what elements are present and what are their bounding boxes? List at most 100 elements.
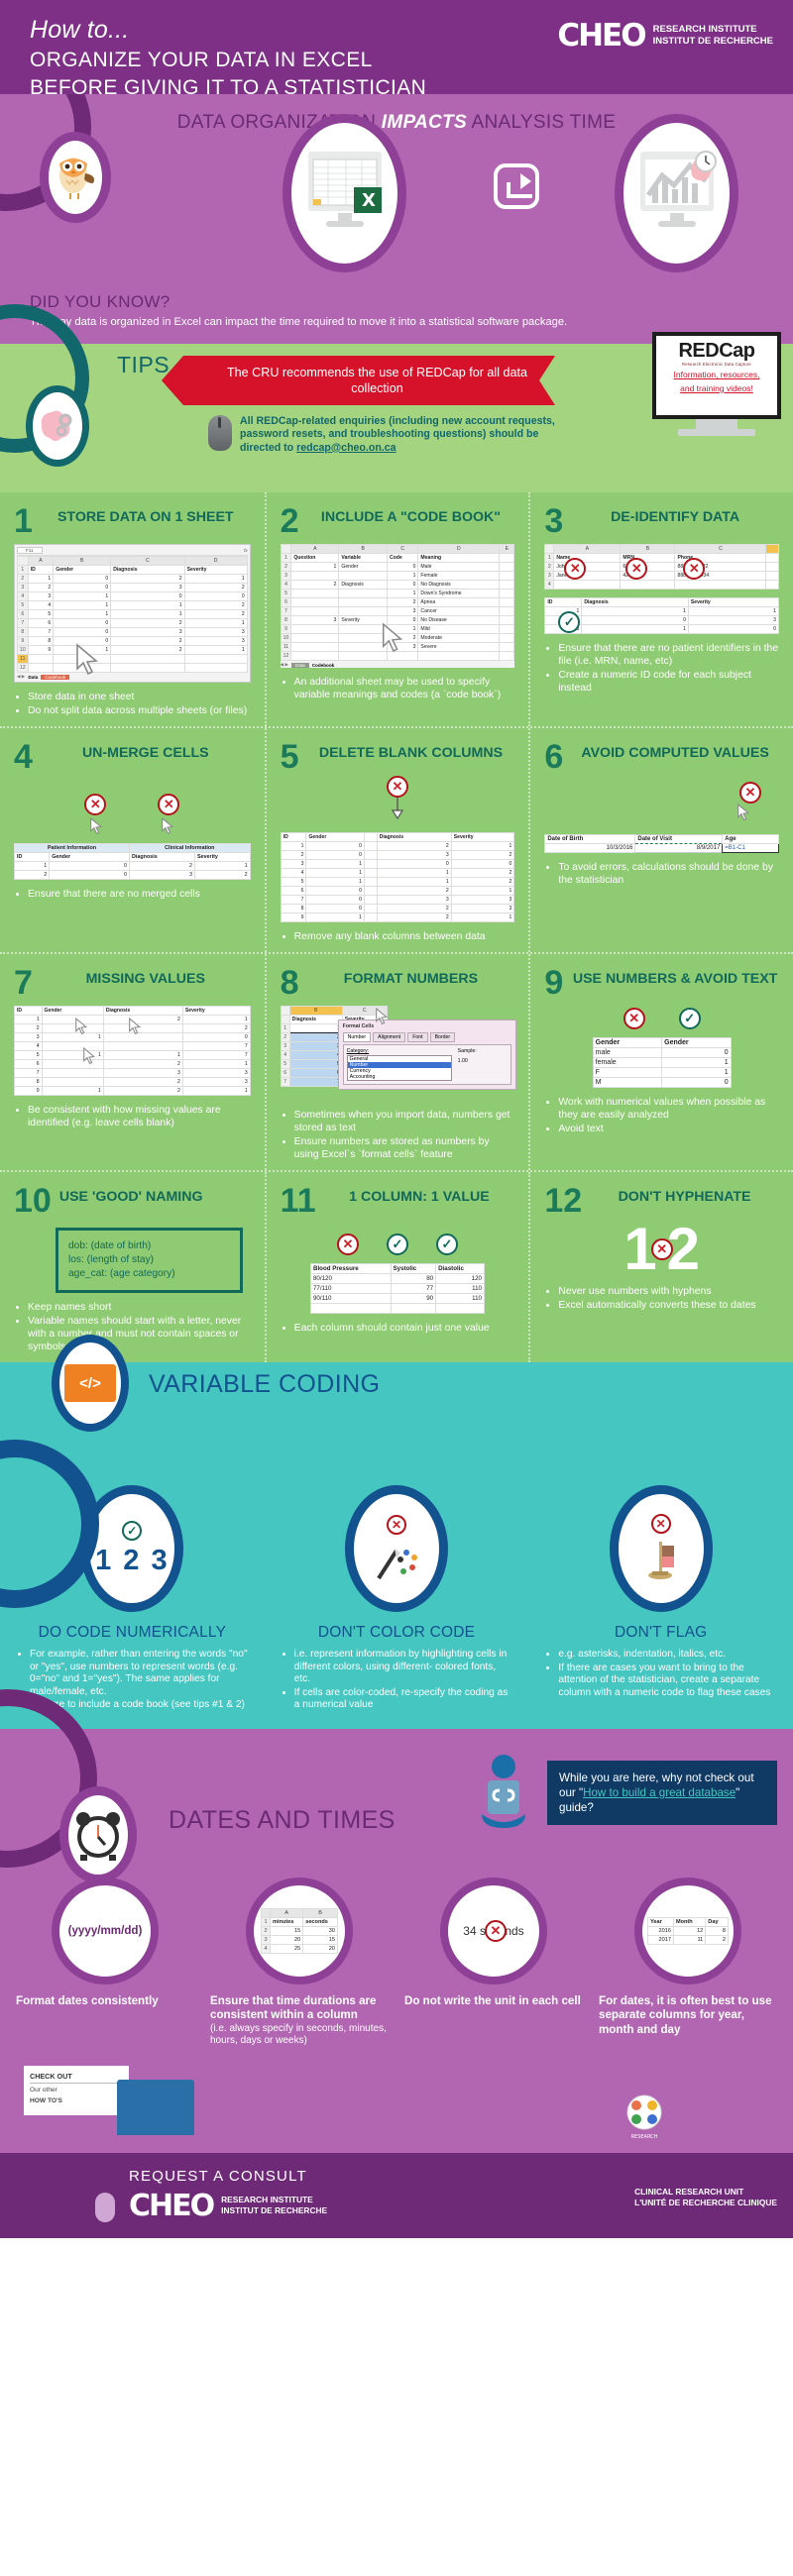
dialog-tab-font[interactable]: Font: [407, 1032, 428, 1042]
cell: 1: [280, 841, 307, 851]
tip-2-tab-codebook[interactable]: Codebook: [312, 663, 334, 668]
cheo-sub-en: RESEARCH INSTITUTE: [652, 24, 757, 35]
cell: 4: [14, 1041, 43, 1051]
dialog-tab-alignment[interactable]: Alignment: [373, 1032, 406, 1042]
cell: 0: [305, 841, 365, 851]
redcap-email-link[interactable]: redcap@cheo.on.ca: [296, 442, 396, 454]
redcap-enquiries-note: All REDCap-related enquiries (including …: [208, 415, 560, 455]
cell: 1: [183, 645, 248, 655]
tip-8-h0: Diagnosis: [288, 1015, 343, 1024]
request-consult-label[interactable]: REQUEST A CONSULT: [129, 2168, 327, 2185]
tip-1-tab-codebook[interactable]: Codebook: [41, 674, 70, 680]
tip-11-screenshot: Blood Pressure Systolic Diastolic 80/120 80…: [309, 1263, 485, 1314]
tip-8-dialog-title: Format Cells: [342, 1023, 375, 1029]
tip-5-screenshot: ID Gender Diagnosis Severity 1021 2032 3100…: [280, 832, 515, 922]
cell: 2: [183, 600, 248, 610]
tip-1-table: ABCD 1 ID Gender Diagnosis Severity 21021 32…: [17, 556, 248, 673]
cell: 5: [14, 1050, 43, 1060]
cross-icon: ✕: [650, 1514, 671, 1534]
clock-svg: [76, 1811, 120, 1861]
cell: 1: [305, 877, 365, 887]
redcap-link-line1[interactable]: Information, resources,: [659, 370, 774, 380]
h-day: Day: [705, 1916, 729, 1927]
cell: 0: [305, 850, 365, 860]
var-heading-2: DON'T COLOR CODE: [317, 1624, 476, 1641]
tip-4-bullet-0: Ensure that there are no merged cells: [28, 888, 251, 901]
cell: 2: [13, 870, 51, 880]
redcap-link-line2[interactable]: and training videos!: [659, 383, 774, 394]
cell: 3: [450, 904, 515, 913]
tip-10-bullet-0: Keep names short: [28, 1301, 251, 1314]
cell: Moderate: [417, 633, 501, 643]
cross-icon: ✕: [650, 1238, 673, 1260]
tip-9-bullet-0: Work with numerical values when possible…: [558, 1096, 779, 1122]
tip-6-h1: Date of Visit: [634, 834, 724, 844]
cursor-icon: [375, 1008, 388, 1025]
tips-row-3: 7 MISSING VALUES ID Gender Diagnosis Severi…: [0, 952, 793, 1170]
redcap-ribbon: The CRU recommends the use of REDCap for…: [162, 356, 555, 405]
database-guide-link[interactable]: How to build a great database: [583, 1786, 736, 1799]
cell: 8: [27, 636, 55, 646]
dialog-tab-number[interactable]: Number: [342, 1032, 372, 1042]
tip-3-gh0: ID: [544, 597, 583, 607]
ymd-table: Year Month Day 2016 12 8 2017 11 2: [647, 1916, 729, 1945]
dialog-cat-accounting[interactable]: Accounting: [348, 1074, 451, 1080]
cell: 10/3/2016: [544, 843, 636, 853]
check-out-note[interactable]: CHECK OUT Our other HOW TO'S: [24, 2065, 129, 2115]
cursor-icon: [129, 1018, 142, 1035]
analysis-monitor-icon: [615, 114, 738, 272]
tip-6-h2: Age: [722, 834, 779, 844]
cell: 7: [14, 1068, 43, 1078]
cell: 1: [183, 618, 248, 628]
cell: 0: [386, 562, 419, 572]
cell: 6: [14, 1059, 43, 1069]
tip-4-title: UN-MERGE CELLS: [81, 745, 209, 761]
mouse-icon: [208, 415, 232, 451]
tip-card-11: 11 1 COLUMN: 1 VALUE ✕ ✓ ✓ Blood Pressur…: [264, 1172, 529, 1362]
tip-12-bullet-1: Excel automatically converts these to da…: [558, 1299, 779, 1312]
variable-coding-columns: ✓ 1 2 3 DO CODE NUMERICALLY For example,…: [0, 1485, 793, 1713]
check-icon: ✓: [435, 1234, 458, 1255]
footer-unit-en: CLINICAL RESEARCH UNIT: [634, 2186, 744, 2197]
date-format-text: (yyyy/mm/dd): [67, 1924, 143, 1938]
cell: 3: [181, 1068, 251, 1078]
tip-7-bullet-0: Be consistent with how missing values ar…: [28, 1104, 251, 1129]
cell: 77/110: [309, 1283, 392, 1294]
cheo-logo: CHEO RESEARCH INSTITUTE INSTITUT DE RECH…: [557, 18, 773, 54]
tip-1-tab-data[interactable]: Data: [28, 675, 38, 680]
tip-6-table: Date of Birth Date of Visit Age 10/3/2016 8…: [544, 834, 779, 853]
svg-text:RESEARCH: RESEARCH: [631, 2134, 658, 2140]
cell: 3: [129, 870, 195, 880]
cheo-sub-fr: INSTITUT DE RECHERCHE: [652, 36, 773, 47]
tip-2-h0: Question: [290, 553, 340, 563]
cell: 0: [376, 859, 452, 869]
tip-2-tab-data[interactable]: Data: [291, 662, 309, 668]
cell: 0: [450, 859, 515, 869]
research-badge: RESEARCH: [615, 2087, 674, 2147]
tip-3-good-table: IDDiagnosisSeverity 111 203 310: [544, 597, 779, 634]
dates-caption-2: Ensure that time durations are consisten…: [210, 1993, 377, 2022]
dialog-tab-border[interactable]: Border: [429, 1032, 456, 1042]
cell: 2: [376, 904, 452, 913]
tip-9-h1: Gender: [661, 1037, 732, 1048]
tip-5-title: DELETE BLANK COLUMNS: [318, 745, 504, 761]
tip-7-title: MISSING VALUES: [85, 971, 205, 987]
tip-4-h2: Diagnosis: [129, 852, 195, 862]
cell: 1: [376, 868, 452, 878]
tip-9-table: Gender Gender male 0 female 1 F1 M0: [592, 1037, 732, 1088]
cell: 90/110: [309, 1293, 392, 1304]
cross-icon: ✕: [485, 1919, 507, 1942]
cell: 1: [661, 1057, 732, 1068]
did-you-know-heading: DID YOU KNOW?: [30, 292, 170, 311]
tip-card-2: 2 INCLUDE A "CODE BOOK" ABCDE 1 Question V…: [264, 492, 529, 726]
tip-3-bullet-0: Ensure that there are no patient identif…: [558, 642, 779, 668]
tip-4-table: Patient Information Clinical Information …: [13, 843, 251, 880]
cell: 1: [53, 609, 112, 619]
cell: 2: [288, 1032, 343, 1042]
cell: 6: [280, 886, 307, 896]
cell: 7: [181, 1041, 251, 1051]
cell: 11: [672, 1934, 707, 1945]
check-icon: ✓: [386, 1234, 408, 1255]
check-icon: ✓: [122, 1520, 143, 1541]
tip-4-screenshot: Patient Information Clinical Information …: [13, 843, 251, 880]
